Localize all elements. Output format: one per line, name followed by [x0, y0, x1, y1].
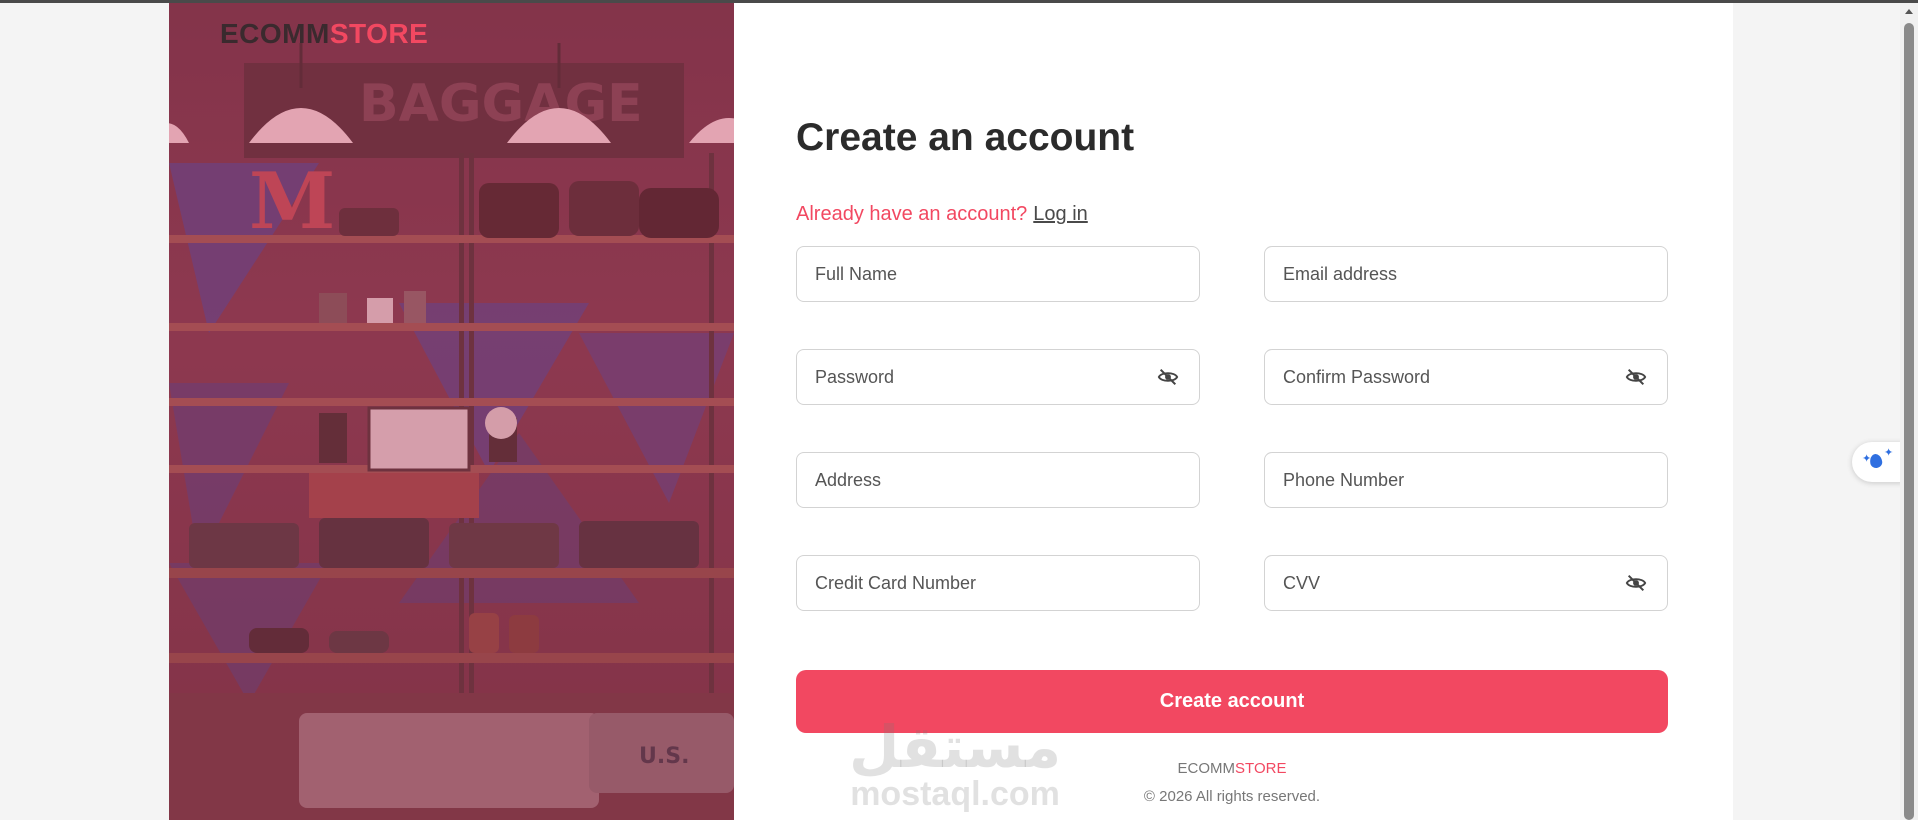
page-scrollbar[interactable]: [1900, 3, 1918, 820]
assistant-floating-button[interactable]: ✦ ✦: [1852, 442, 1904, 482]
email-input[interactable]: [1265, 247, 1667, 301]
watermark-latin: mostaql.com: [850, 775, 1060, 813]
address-field[interactable]: [796, 452, 1200, 508]
eye-off-icon[interactable]: [1155, 366, 1181, 388]
scroll-up-arrow-icon[interactable]: [1905, 9, 1913, 14]
mostaql-watermark: مستقل mostaql.com: [849, 718, 1061, 813]
page-title: Create an account: [796, 116, 1135, 159]
sparkle-icon: ✦: [1862, 453, 1872, 465]
cvv-input[interactable]: [1265, 556, 1667, 610]
eye-off-icon[interactable]: [1623, 366, 1649, 388]
footer-brand-part2: STORE: [1235, 760, 1287, 777]
footer-brand-part1: ECOMM: [1177, 760, 1236, 777]
brand-logo-part1: ECOMM: [220, 18, 330, 49]
login-link[interactable]: Log in: [1033, 203, 1088, 225]
sparkle-icon: ✦: [1884, 447, 1894, 459]
password-field[interactable]: [796, 349, 1200, 405]
watermark-arabic: مستقل: [849, 713, 1062, 781]
credit-card-field[interactable]: [796, 555, 1200, 611]
password-input[interactable]: [797, 350, 1199, 404]
brand-logo[interactable]: ECOMMSTORE: [220, 18, 428, 50]
scrollbar-thumb[interactable]: [1904, 23, 1914, 820]
address-input[interactable]: [797, 453, 1199, 507]
full-name-field[interactable]: [796, 246, 1200, 302]
full-name-input[interactable]: [797, 247, 1199, 301]
eye-off-icon[interactable]: [1623, 572, 1649, 594]
credit-card-input[interactable]: [797, 556, 1199, 610]
hero-overlay: [169, 3, 734, 820]
brand-logo-part2: STORE: [329, 18, 429, 49]
email-field[interactable]: [1264, 246, 1668, 302]
phone-field[interactable]: [1264, 452, 1668, 508]
signup-card: BAGGAGE M U.S. ECOMMSTORE Create an acco…: [169, 3, 1733, 820]
confirm-password-field[interactable]: [1264, 349, 1668, 405]
login-prompt: Already have an account? Log in: [796, 203, 1088, 226]
confirm-password-input[interactable]: [1265, 350, 1667, 404]
store-hero-image: BAGGAGE M U.S. ECOMMSTORE: [169, 3, 734, 820]
phone-input[interactable]: [1265, 453, 1667, 507]
cvv-field[interactable]: [1264, 555, 1668, 611]
login-prompt-text: Already have an account?: [796, 203, 1028, 225]
